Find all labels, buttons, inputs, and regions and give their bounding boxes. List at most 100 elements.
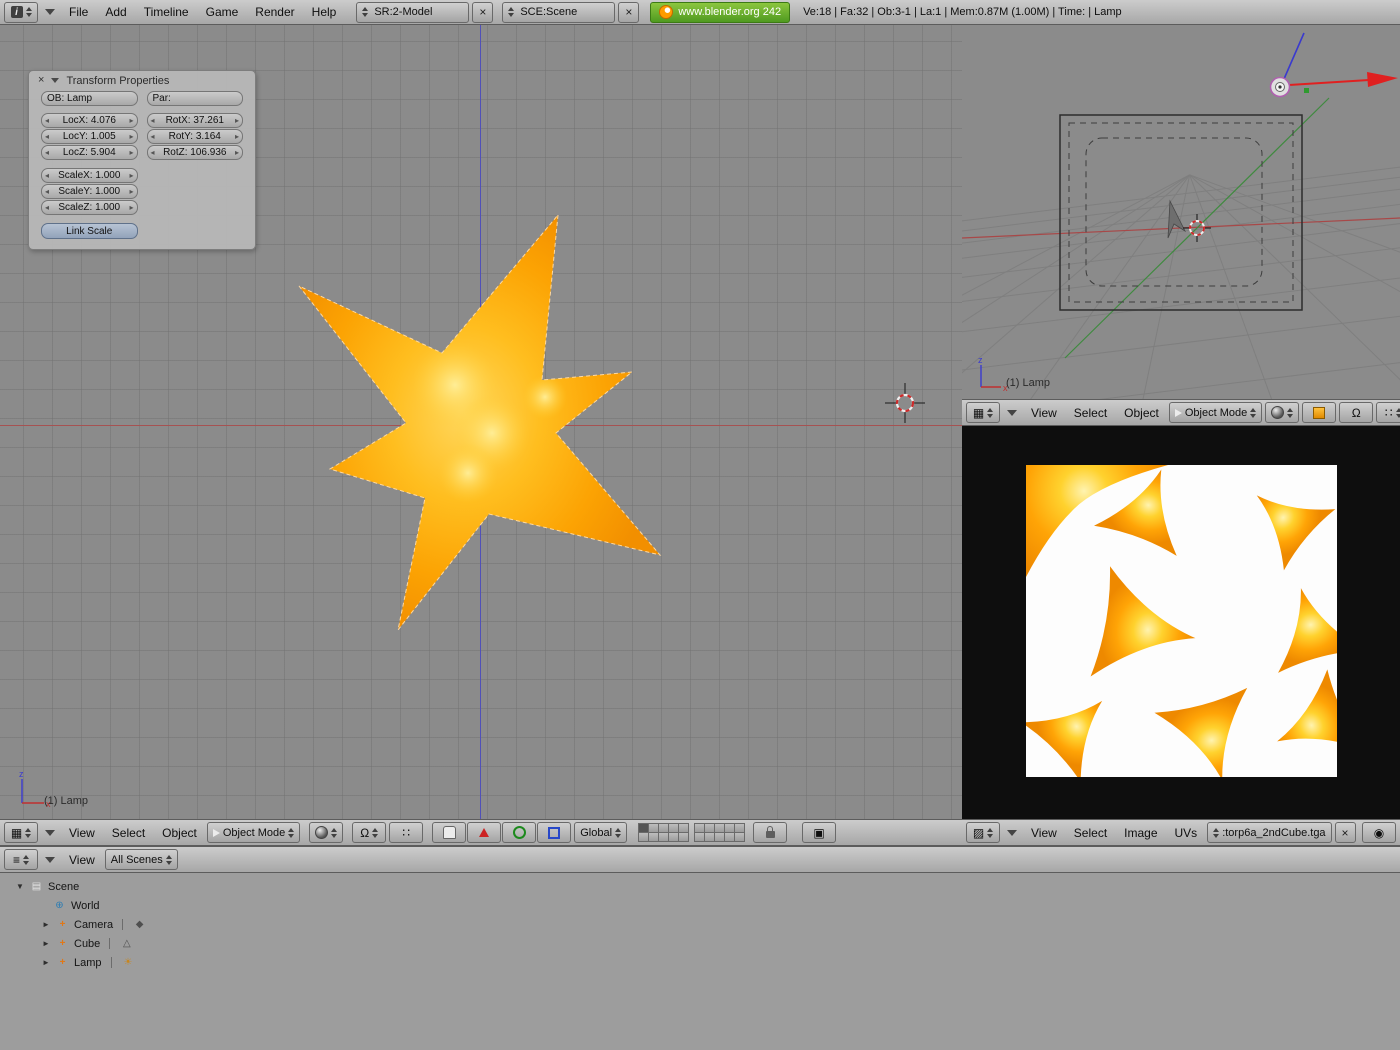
header-menu-collapse-icon[interactable] [1007,830,1017,836]
outliner-row-cube[interactable]: ► + Cube △ [0,934,1400,953]
menu-game[interactable]: Game [199,5,246,19]
menu-select[interactable]: Select [105,826,152,840]
info-editor-icon: i [11,6,23,18]
increment-icon[interactable]: ▸ [129,172,133,180]
render-preview-button[interactable]: ▣ [802,822,836,843]
header-menu-collapse-icon[interactable] [45,857,55,863]
rotz-field[interactable]: ◂RotZ: 106.936▸ [147,145,244,160]
increment-icon[interactable]: ▸ [129,117,133,125]
draw-type-dropdown[interactable] [309,822,343,843]
menu-add[interactable]: Add [98,5,133,19]
menu-file[interactable]: File [62,5,95,19]
increment-icon[interactable]: ▸ [129,133,133,141]
header-menu-collapse-icon[interactable] [1007,410,1017,416]
uv-image-canvas[interactable] [1026,465,1337,777]
scalex-field[interactable]: ◂ScaleX: 1.000▸ [41,168,138,183]
menu-view[interactable]: View [62,826,102,840]
pivot-dropdown[interactable]: Ω [1339,402,1373,423]
header-menu-collapse-icon[interactable] [45,830,55,836]
image-unlink-button[interactable]: × [1335,822,1356,843]
screen-delete-button[interactable]: × [472,2,493,23]
menu-select[interactable]: Select [1067,406,1114,420]
texture-face-button[interactable] [1302,402,1336,423]
object-name-field[interactable]: OB: Lamp [41,91,138,106]
collapse-icon[interactable] [51,78,59,83]
translate-manipulator-button[interactable] [467,822,501,843]
rotate-manipulator-button[interactable] [502,822,536,843]
menu-image[interactable]: Image [1117,826,1164,840]
outliner-row-camera[interactable]: ► + Camera ◆ [0,915,1400,934]
close-icon[interactable]: × [38,75,44,86]
roty-field[interactable]: ◂RotY: 3.164▸ [147,129,244,144]
scaley-field[interactable]: ◂ScaleY: 1.000▸ [41,184,138,199]
image-datablock-selector[interactable]: :torp6a_2ndCube.tga [1207,822,1331,843]
screen-selector[interactable]: SR:2-Model [356,2,469,23]
menu-help[interactable]: Help [305,5,344,19]
snap-dropdown[interactable]: ∷ [389,822,423,843]
outliner-row-scene[interactable]: ▼ ▤ Scene [0,877,1400,896]
separator [111,957,112,968]
editor-type-button[interactable]: ▨ [966,822,1000,843]
lock-button[interactable] [753,822,787,843]
expand-icon[interactable]: ► [42,939,55,948]
editor-type-button[interactable]: ▦ [4,822,38,843]
camera-viewport-header: ▦ View Select Object Object Mode Ω ∷ [962,399,1400,426]
blender-website-button[interactable]: www.blender.org 242 [650,2,790,23]
increment-icon[interactable]: ▸ [129,204,133,212]
draw-type-dropdown[interactable] [1265,402,1299,423]
editor-type-button[interactable]: ▦ [966,402,1000,423]
menu-view[interactable]: View [1024,826,1064,840]
scale-manipulator-button[interactable] [537,822,571,843]
increment-icon[interactable]: ▸ [129,149,133,157]
link-scale-button[interactable]: Link Scale [41,223,138,239]
menu-object[interactable]: Object [1117,406,1166,420]
orientation-dropdown[interactable]: Global [574,822,627,843]
menu-timeline[interactable]: Timeline [137,5,196,19]
panel-title[interactable]: Transform Properties [66,75,169,87]
mesh-data-icon: △ [119,939,134,949]
object-icon: + [55,920,70,930]
outliner-row-world[interactable]: ⊕ World [0,896,1400,915]
world-icon: ⊕ [52,901,67,911]
snap-dropdown[interactable]: ∷ [1376,402,1400,423]
locy-field[interactable]: ◂LocY: 1.005▸ [41,129,138,144]
locz-field[interactable]: ◂LocZ: 5.904▸ [41,145,138,160]
menu-object[interactable]: Object [155,826,204,840]
outliner-panel: ▼ ▤ Scene ⊕ World ► + Camera ◆ ► + Cube … [0,873,1400,1050]
parent-field[interactable]: Par: [147,91,244,106]
outliner-row-lamp[interactable]: ► + Lamp ☀ [0,953,1400,972]
mode-dropdown[interactable]: Object Mode [207,822,300,843]
menu-select[interactable]: Select [1067,826,1114,840]
top-menu-bar: i File Add Timeline Game Render Help SR:… [0,0,1400,25]
locx-field[interactable]: ◂LocX: 4.076▸ [41,113,138,128]
editor-type-button[interactable]: ≡ [4,849,38,870]
rotx-field[interactable]: ◂RotX: 37.261▸ [147,113,244,128]
uv-image-editor[interactable] [962,426,1400,819]
camera-viewport[interactable]: z x (1) Lamp [962,25,1400,399]
increment-icon[interactable]: ▸ [235,133,239,141]
scalez-field[interactable]: ◂ScaleZ: 1.000▸ [41,200,138,215]
menu-view[interactable]: View [1024,406,1064,420]
mode-dropdown[interactable]: Object Mode [1169,402,1262,423]
layer-toggle[interactable] [678,832,689,842]
3d-viewport[interactable]: z x (1) Lamp × Transform Properties OB: … [0,25,963,819]
outliner-scope-dropdown[interactable]: All Scenes [105,849,178,870]
3d-cursor [883,381,927,425]
manipulator-toggle-button[interactable] [432,822,466,843]
increment-icon[interactable]: ▸ [235,149,239,157]
scene-delete-button[interactable]: × [618,2,639,23]
image-pin-button[interactable]: ◉ [1362,822,1396,843]
menu-render[interactable]: Render [248,5,301,19]
layer-toggle[interactable] [734,832,745,842]
expand-icon[interactable]: ► [42,958,55,967]
increment-icon[interactable]: ▸ [129,188,133,196]
scene-selector[interactable]: SCE:Scene [502,2,615,23]
header-collapse-icon[interactable] [45,9,55,15]
menu-view[interactable]: View [62,853,102,867]
menu-uvs[interactable]: UVs [1168,826,1205,840]
collapse-icon[interactable]: ▼ [16,882,29,891]
pivot-dropdown[interactable]: Ω [352,822,386,843]
increment-icon[interactable]: ▸ [235,117,239,125]
expand-icon[interactable]: ► [42,920,55,929]
window-type-button[interactable]: i [4,2,38,23]
